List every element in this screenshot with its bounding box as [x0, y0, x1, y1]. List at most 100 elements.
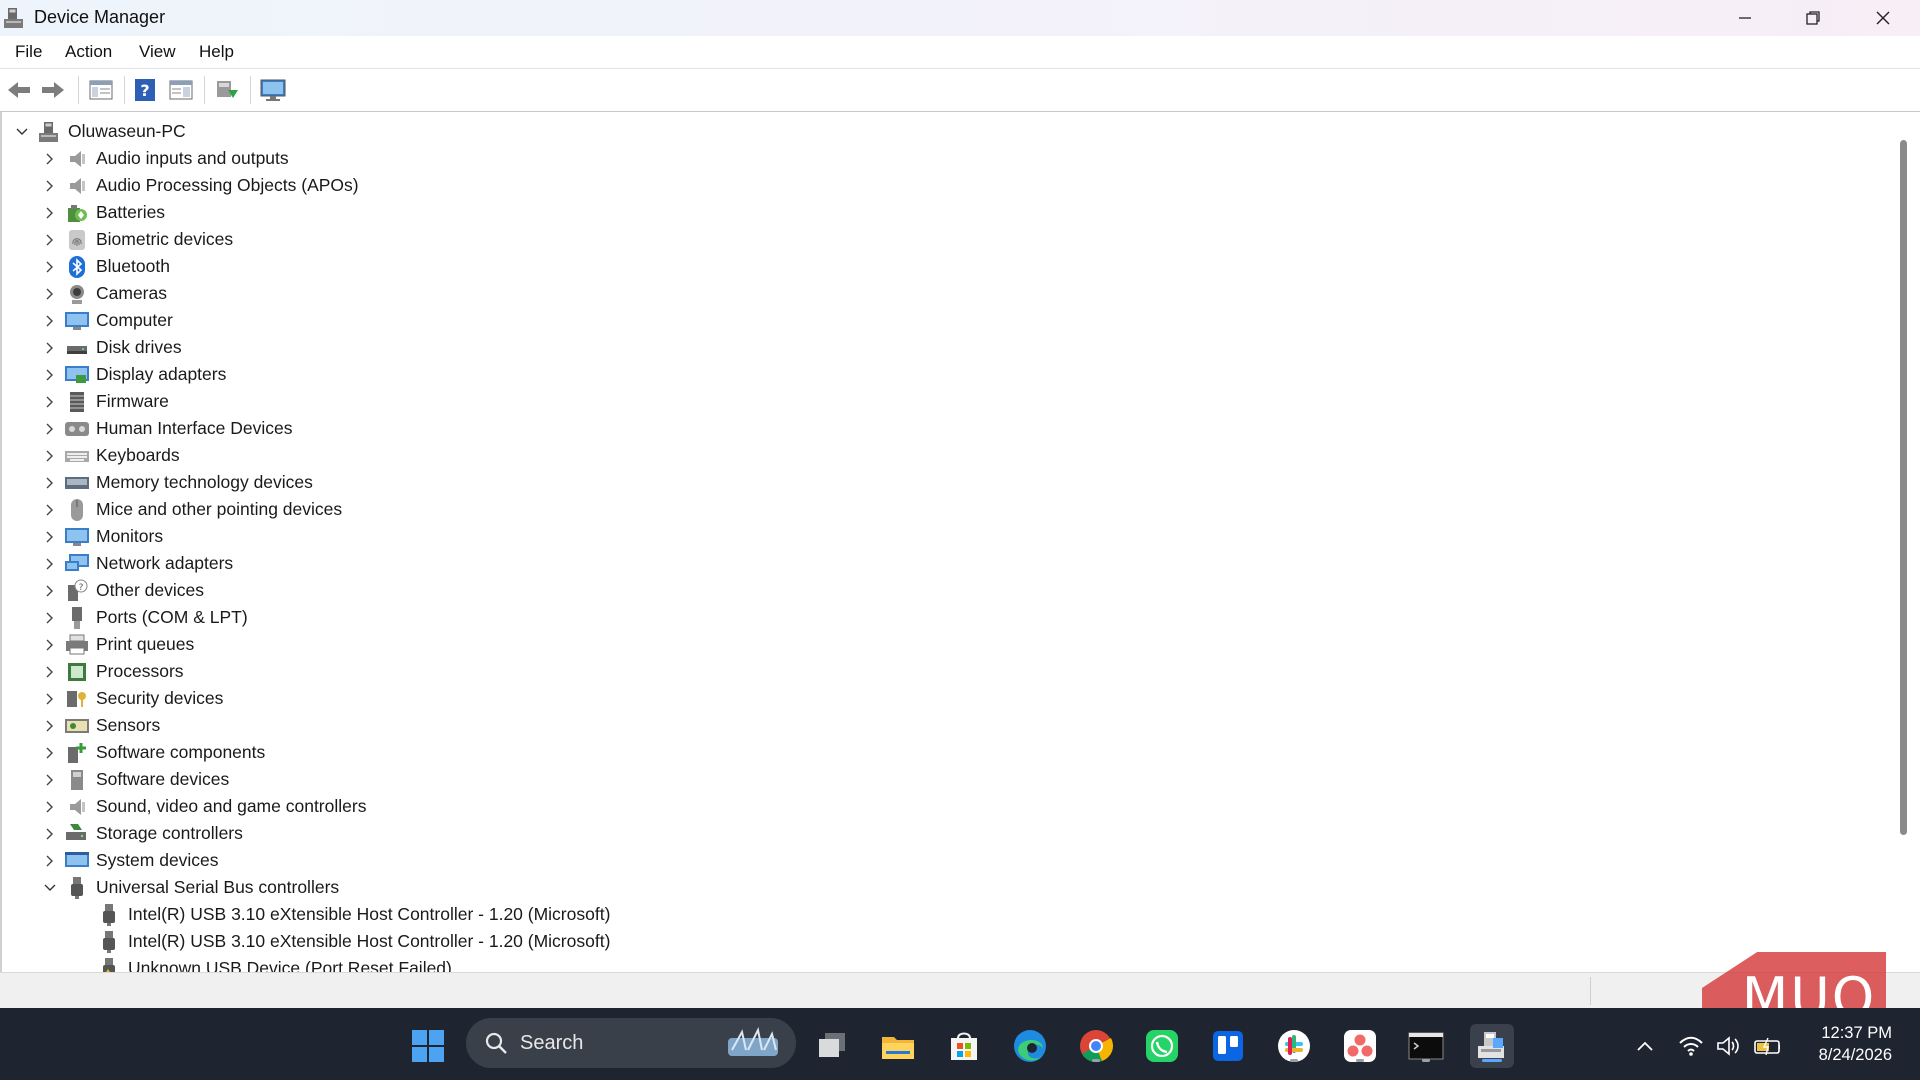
chevron-right-icon[interactable] — [40, 230, 60, 250]
chevron-right-icon[interactable] — [40, 662, 60, 682]
clock-time: 12:37 PM — [1821, 1024, 1892, 1042]
chevron-right-icon[interactable] — [40, 500, 60, 520]
show-hide-console-tree-button[interactable] — [86, 75, 116, 105]
tree-category-software-devices[interactable]: Software devices — [40, 766, 229, 793]
tree-category-mice-and-other-pointing-devices[interactable]: Mice and other pointing devices — [40, 496, 342, 523]
menu-view[interactable]: View — [139, 42, 176, 62]
volume-button[interactable] — [1716, 1034, 1742, 1058]
whatsapp-button[interactable] — [1140, 1024, 1184, 1068]
chevron-right-icon[interactable] — [40, 851, 60, 871]
chevron-right-icon[interactable] — [40, 608, 60, 628]
tree-category-batteries[interactable]: Batteries — [40, 199, 165, 226]
tree-category-other-devices[interactable]: ? Other devices — [40, 577, 204, 604]
chevron-right-icon[interactable] — [40, 284, 60, 304]
forward-button[interactable] — [38, 75, 68, 105]
chevron-right-icon[interactable] — [40, 527, 60, 547]
tree-category-human-interface-devices[interactable]: Human Interface Devices — [40, 415, 292, 442]
tree-category-storage-controllers[interactable]: Storage controllers — [40, 820, 243, 847]
tree-category-biometric-devices[interactable]: Biometric devices — [40, 226, 233, 253]
tree-root[interactable]: Oluwaseun-PC — [12, 118, 186, 145]
chrome-button[interactable] — [1074, 1024, 1118, 1068]
chevron-down-icon[interactable] — [12, 122, 32, 142]
store-button[interactable] — [942, 1024, 986, 1068]
chevron-right-icon[interactable] — [40, 257, 60, 277]
wifi-button[interactable] — [1678, 1034, 1704, 1058]
slack-button[interactable] — [1272, 1024, 1316, 1068]
menu-file[interactable]: File — [15, 42, 42, 62]
tree-category-monitors[interactable]: Monitors — [40, 523, 163, 550]
tree-category-software-components[interactable]: Software components — [40, 739, 265, 766]
memory-icon — [64, 470, 90, 496]
tree-category-keyboards[interactable]: Keyboards — [40, 442, 180, 469]
tree-category-disk-drives[interactable]: Disk drives — [40, 334, 182, 361]
chevron-right-icon[interactable] — [40, 203, 60, 223]
chevron-right-icon[interactable] — [40, 824, 60, 844]
chevron-right-icon[interactable] — [40, 581, 60, 601]
update-driver-button[interactable] — [212, 75, 242, 105]
chevron-right-icon[interactable] — [40, 770, 60, 790]
show-hidden-icons-button[interactable] — [1632, 1034, 1658, 1058]
tree-category-firmware[interactable]: Firmware — [40, 388, 169, 415]
mouse-icon — [64, 497, 90, 523]
tree-category-audio-inputs-and-outputs[interactable]: Audio inputs and outputs — [40, 145, 289, 172]
tree-category-cameras[interactable]: Cameras — [40, 280, 167, 307]
chevron-right-icon[interactable] — [40, 392, 60, 412]
chevron-right-icon[interactable] — [40, 176, 60, 196]
trello-button[interactable] — [1206, 1024, 1250, 1068]
tree-device-item[interactable]: Unknown USB Device (Port Reset Failed) — [92, 955, 452, 972]
close-button[interactable] — [1848, 0, 1918, 36]
properties-button[interactable] — [166, 75, 196, 105]
menu-help[interactable]: Help — [199, 42, 234, 62]
file-explorer-button[interactable] — [876, 1024, 920, 1068]
tree-category-sensors[interactable]: Sensors — [40, 712, 160, 739]
tree-category-computer[interactable]: Computer — [40, 307, 173, 334]
asana-button[interactable] — [1338, 1024, 1382, 1068]
system-clock[interactable]: 12:37 PM 8/24/2026 — [1819, 1022, 1892, 1066]
terminal-button[interactable] — [1404, 1024, 1448, 1068]
minimize-button[interactable] — [1710, 0, 1780, 36]
chevron-down-icon[interactable] — [40, 878, 60, 898]
tree-category-ports-com-lpt[interactable]: Ports (COM & LPT) — [40, 604, 248, 631]
device-manager-taskbar-button[interactable] — [1470, 1024, 1514, 1068]
running-indicator — [1290, 1059, 1298, 1062]
back-button[interactable] — [4, 75, 34, 105]
toolbar-separator — [250, 76, 251, 104]
chevron-right-icon[interactable] — [40, 797, 60, 817]
chevron-right-icon[interactable] — [40, 311, 60, 331]
restore-button[interactable] — [1778, 0, 1848, 36]
tree-device-item[interactable]: Intel(R) USB 3.10 eXtensible Host Contro… — [92, 928, 610, 955]
tree-category-universal-serial-bus-controllers[interactable]: Universal Serial Bus controllers — [40, 874, 339, 901]
tree-device-item[interactable]: Intel(R) USB 3.10 eXtensible Host Contro… — [92, 901, 610, 928]
tree-category-print-queues[interactable]: Print queues — [40, 631, 194, 658]
chevron-right-icon[interactable] — [40, 338, 60, 358]
battery-button[interactable] — [1754, 1034, 1780, 1058]
tree-category-processors[interactable]: Processors — [40, 658, 184, 685]
help-button[interactable]: ? — [130, 75, 160, 105]
scan-hardware-button[interactable] — [258, 75, 288, 105]
tree-category-label: Print queues — [96, 634, 195, 654]
scrollbar-thumb[interactable] — [1900, 140, 1907, 835]
tree-category-sound-video-and-game-controllers[interactable]: Sound, video and game controllers — [40, 793, 366, 820]
tree-category-memory-technology-devices[interactable]: Memory technology devices — [40, 469, 313, 496]
chevron-right-icon[interactable] — [40, 419, 60, 439]
chevron-right-icon[interactable] — [40, 149, 60, 169]
tree-category-display-adapters[interactable]: Display adapters — [40, 361, 226, 388]
chevron-right-icon[interactable] — [40, 716, 60, 736]
edge-button[interactable] — [1008, 1024, 1052, 1068]
chevron-right-icon[interactable] — [40, 554, 60, 574]
tree-category-label: Keyboards — [96, 445, 180, 465]
tree-category-audio-processing-objects-apos[interactable]: Audio Processing Objects (APOs) — [40, 172, 359, 199]
menu-action[interactable]: Action — [65, 42, 112, 62]
tree-category-security-devices[interactable]: Security devices — [40, 685, 223, 712]
task-view-button[interactable] — [810, 1024, 854, 1068]
tree-category-system-devices[interactable]: System devices — [40, 847, 219, 874]
chevron-right-icon[interactable] — [40, 689, 60, 709]
tree-category-bluetooth[interactable]: Bluetooth — [40, 253, 170, 280]
chevron-right-icon[interactable] — [40, 446, 60, 466]
tree-category-network-adapters[interactable]: Network adapters — [40, 550, 233, 577]
chevron-right-icon[interactable] — [40, 743, 60, 763]
chevron-right-icon[interactable] — [40, 365, 60, 385]
security-icon — [64, 686, 90, 712]
chevron-right-icon[interactable] — [40, 473, 60, 493]
chevron-right-icon[interactable] — [40, 635, 60, 655]
